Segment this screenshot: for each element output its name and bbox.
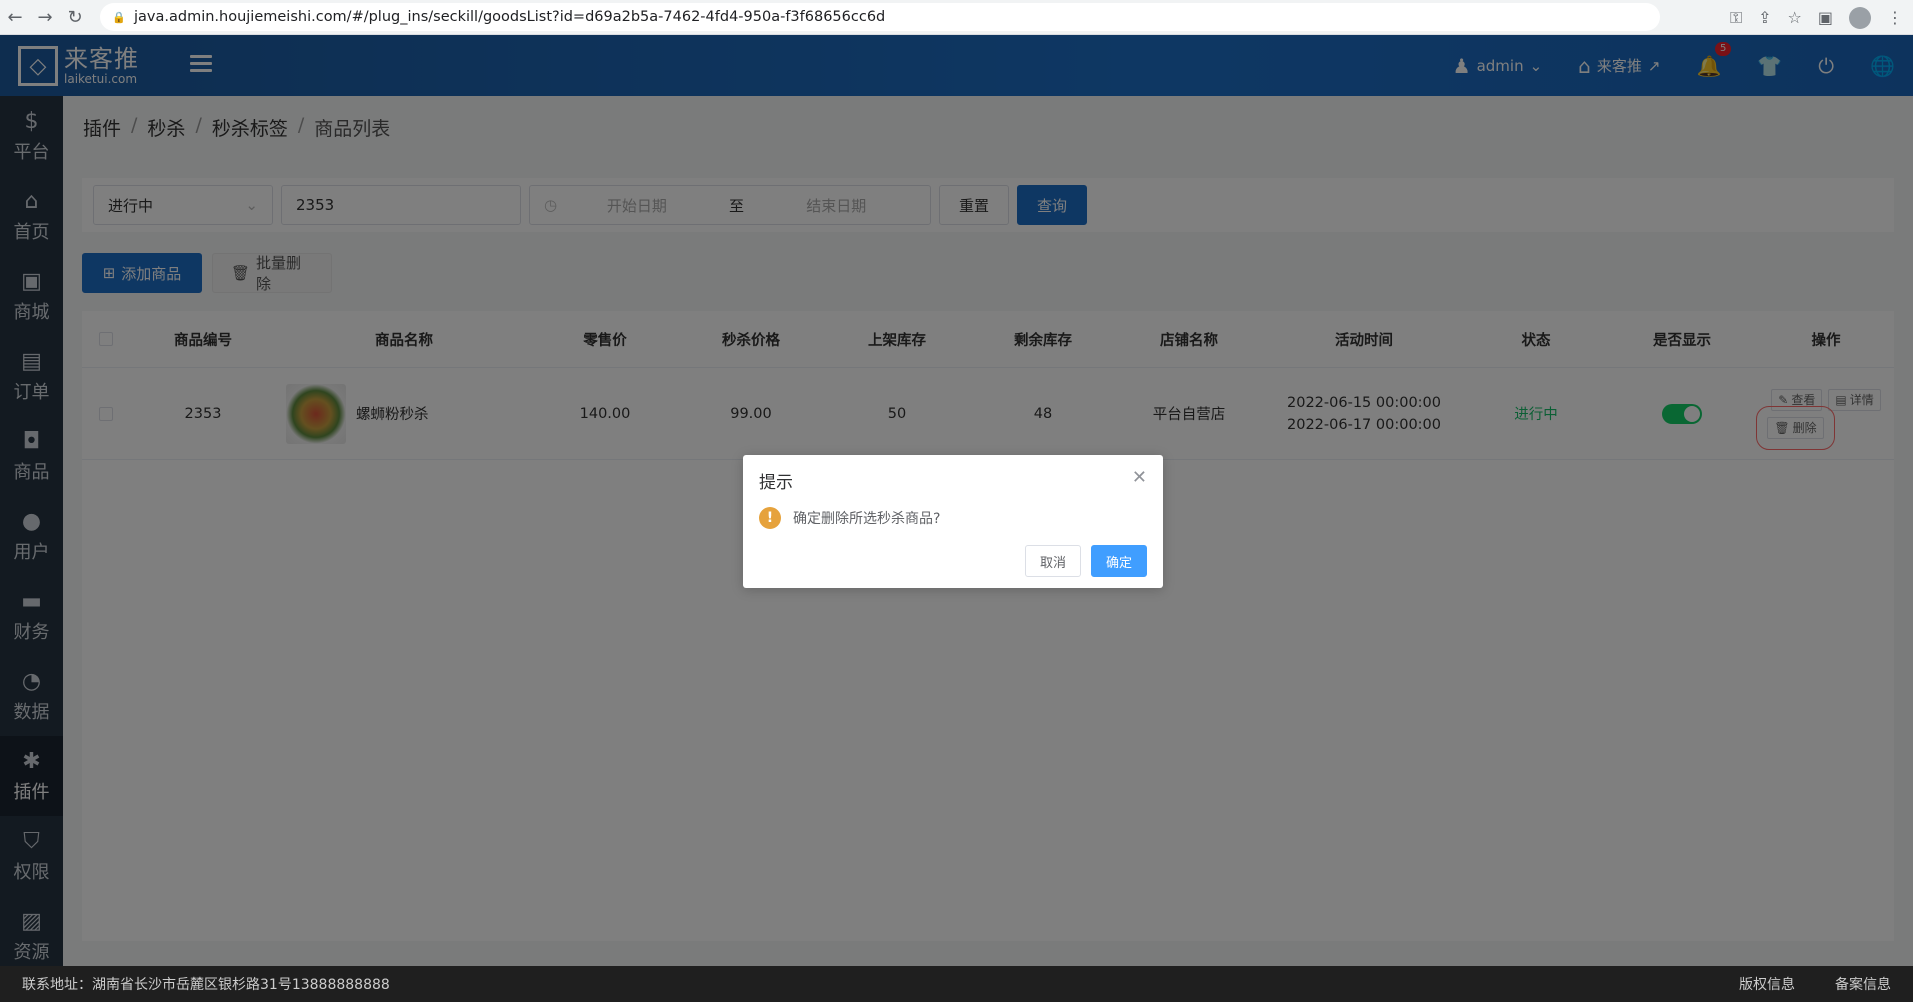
warning-icon: !: [759, 507, 781, 529]
share-icon[interactable]: ⇪: [1758, 8, 1771, 27]
profile-avatar[interactable]: [1849, 6, 1871, 29]
forward-icon[interactable]: →: [30, 2, 60, 32]
close-icon[interactable]: ✕: [1132, 467, 1147, 488]
dialog-message: 确定删除所选秒杀商品?: [793, 511, 941, 527]
dialog-title: 提示: [759, 473, 793, 493]
url-text: java.admin.houjiemeishi.com/#/plug_ins/s…: [134, 9, 886, 25]
star-icon[interactable]: ☆: [1788, 8, 1802, 27]
back-icon[interactable]: ←: [0, 2, 30, 32]
footer-address: 联系地址：湖南省长沙市岳麓区银杉路31号13888888888: [22, 977, 390, 993]
confirm-dialog: 提示 ✕ ! 确定删除所选秒杀商品? 取消 确定: [743, 455, 1163, 588]
reload-icon[interactable]: ↻: [60, 2, 90, 32]
copyright-link[interactable]: 版权信息: [1739, 974, 1795, 994]
confirm-button[interactable]: 确定: [1090, 545, 1147, 577]
browser-toolbar: ← → ↻ 🔒 java.admin.houjiemeishi.com/#/pl…: [0, 0, 1913, 35]
key-icon[interactable]: ⚿: [1730, 8, 1742, 28]
address-bar[interactable]: 🔒 java.admin.houjiemeishi.com/#/plug_ins…: [100, 3, 1660, 31]
cancel-button[interactable]: 取消: [1024, 545, 1081, 577]
footer: 联系地址：湖南省长沙市岳麓区银杉路31号13888888888 版权信息 备案信…: [0, 966, 1913, 1002]
lock-icon: 🔒: [112, 11, 126, 24]
sidepanel-icon[interactable]: ▣: [1818, 8, 1833, 27]
menu-kebab-icon[interactable]: ⋮: [1887, 8, 1903, 27]
record-link[interactable]: 备案信息: [1835, 974, 1891, 994]
